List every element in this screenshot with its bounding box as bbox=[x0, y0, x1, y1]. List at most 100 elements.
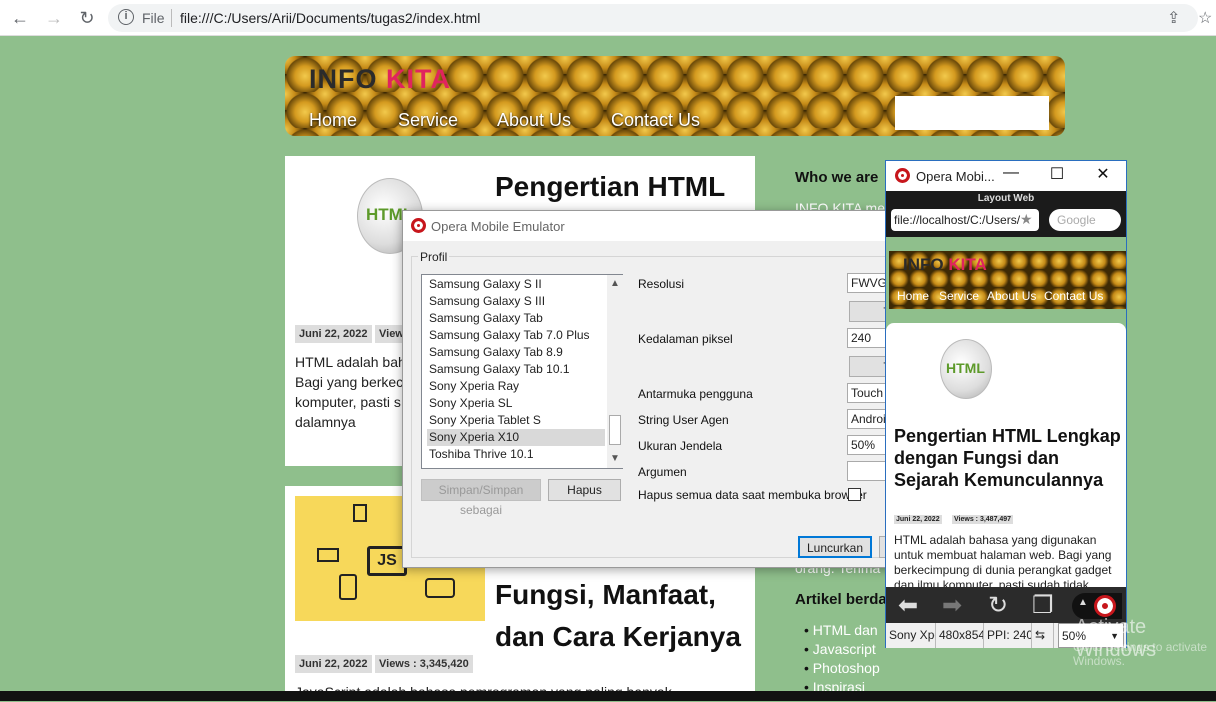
speaker-icon bbox=[339, 574, 357, 600]
article-views: Views : 3,345,420 bbox=[375, 655, 473, 673]
resolution-label: Resolusi bbox=[638, 277, 685, 291]
status-device: Sony Xperia bbox=[886, 623, 936, 648]
nav-home[interactable]: Home bbox=[897, 289, 929, 303]
nav-contact-us[interactable]: Contact Us bbox=[1044, 289, 1103, 303]
emulator-article-title[interactable]: Pengertian HTML Lengkap dengan Fungsi da… bbox=[894, 425, 1122, 491]
taskbar bbox=[0, 691, 1216, 701]
file-label: File bbox=[142, 10, 165, 26]
opera-logo-icon bbox=[1094, 595, 1116, 617]
status-resolution: 480x854 bbox=[936, 623, 984, 648]
nav-about-us[interactable]: About Us bbox=[497, 110, 571, 131]
nav-home[interactable]: Home bbox=[309, 110, 357, 131]
nav-service[interactable]: Service bbox=[939, 289, 979, 303]
article-excerpt: HTML adalah bah Bagi yang berkec kompute… bbox=[295, 354, 406, 430]
dialog-titlebar[interactable]: Opera Mobile Emulator bbox=[403, 211, 899, 241]
emulator-article-card: HTML Pengertian HTML Lengkap dengan Fung… bbox=[886, 323, 1126, 587]
logo-kita: KITA bbox=[386, 64, 452, 94]
sidebar-link[interactable]: Photoshop bbox=[804, 660, 880, 676]
article-views: Views : 3,487,497 bbox=[952, 515, 1014, 524]
emulator-url-field[interactable]: file://localhost/C:/Users/ bbox=[891, 209, 1039, 231]
launch-button[interactable]: Luncurkan bbox=[798, 536, 872, 558]
info-icon[interactable]: i bbox=[118, 9, 134, 25]
clear-data-checkbox[interactable] bbox=[848, 488, 861, 501]
js-monitor-icon: JS bbox=[367, 546, 407, 576]
list-item[interactable]: Sony Xperia SL bbox=[427, 395, 605, 412]
scroll-down-icon[interactable]: ▼ bbox=[610, 453, 620, 464]
device-list[interactable]: Samsung Galaxy S II Samsung Galaxy S III… bbox=[421, 274, 623, 469]
delete-profile-button[interactable]: Hapus bbox=[548, 479, 621, 501]
back-arrow-icon[interactable]: ⬅ bbox=[898, 591, 918, 620]
address-url[interactable]: file:///C:/Users/Arii/Documents/tugas2/i… bbox=[180, 10, 480, 26]
user-agent-label: String User Agen bbox=[638, 413, 729, 427]
list-item[interactable]: Samsung Galaxy S II bbox=[427, 276, 605, 293]
maximize-icon[interactable]: ☐ bbox=[1042, 164, 1072, 184]
rotate-icon[interactable]: ⇆ bbox=[1032, 623, 1054, 648]
article-title[interactable]: Pengertian HTML bbox=[495, 166, 725, 208]
minimize-icon[interactable]: — bbox=[996, 164, 1026, 182]
opera-mobile-window: Opera Mobi... — ☐ ✕ Layout Web file://lo… bbox=[885, 160, 1127, 648]
list-item[interactable]: Toshiba Thrive 10.1 bbox=[427, 446, 605, 463]
address-divider bbox=[171, 9, 172, 27]
article-title[interactable]: Fungsi, Manfaat, dan Cara Kerjanya bbox=[495, 574, 741, 658]
save-profile-button[interactable]: Simpan/Simpan sebagai bbox=[421, 479, 541, 517]
close-icon[interactable]: ✕ bbox=[1088, 164, 1118, 184]
reload-icon[interactable]: ↻ bbox=[988, 591, 1008, 620]
site-search-input[interactable] bbox=[895, 96, 1049, 130]
activate-windows-subtext: Go to Settings to activate Windows. bbox=[1073, 640, 1208, 668]
article-date: Juni 22, 2022 bbox=[295, 325, 372, 343]
list-item[interactable]: Samsung Galaxy Tab 7.0 Plus bbox=[427, 327, 605, 344]
nav-service[interactable]: Service bbox=[398, 110, 458, 131]
bookmark-star-icon[interactable]: ☆ bbox=[1198, 8, 1212, 28]
list-item[interactable]: Samsung Galaxy Tab 10.1 bbox=[427, 361, 605, 378]
browser-toolbar: ← → ↻ i File file:///C:/Users/Arii/Docum… bbox=[0, 0, 1216, 36]
tabs-icon[interactable]: ❐ bbox=[1032, 591, 1054, 620]
emulator-viewport: INFO KITA Home Service About Us Contact … bbox=[886, 237, 1126, 587]
profile-group-label: Profil bbox=[418, 250, 450, 264]
scroll-up-icon[interactable]: ▲ bbox=[610, 278, 620, 289]
forward-arrow-icon[interactable]: ➡ bbox=[942, 591, 962, 620]
dialog-title: Opera Mobile Emulator bbox=[431, 219, 565, 234]
forward-arrow-icon[interactable]: → bbox=[42, 6, 66, 30]
argument-label: Argumen bbox=[638, 465, 687, 479]
site-logo[interactable]: INFO KITA bbox=[903, 255, 987, 275]
pixel-depth-label: Kedalaman piksel bbox=[638, 332, 733, 346]
html-image: HTML bbox=[940, 339, 992, 399]
address-bar[interactable]: i File file:///C:/Users/Arii/Documents/t… bbox=[108, 4, 1198, 32]
emulator-titlebar[interactable]: Opera Mobi... — ☐ ✕ bbox=[886, 161, 1126, 191]
share-icon[interactable]: ⇪ bbox=[1167, 8, 1180, 28]
article-date: Juni 22, 2022 bbox=[295, 655, 372, 673]
caret-up-icon: ▲ bbox=[1078, 597, 1088, 608]
site-header: INFO KITA Home Service About Us Contact … bbox=[285, 56, 1065, 136]
back-arrow-icon[interactable]: ← bbox=[8, 6, 32, 30]
emulator-site-header: INFO KITA Home Service About Us Contact … bbox=[889, 251, 1126, 309]
nav-about-us[interactable]: About Us bbox=[987, 289, 1036, 303]
list-item[interactable]: Samsung Galaxy S III bbox=[427, 293, 605, 310]
list-item[interactable]: Sony Xperia Ray bbox=[427, 378, 605, 395]
window-size-label: Ukuran Jendela bbox=[638, 439, 723, 453]
emulator-header: Layout Web file://localhost/C:/Users/ ★ … bbox=[886, 191, 1126, 237]
emulator-search-field[interactable]: Google bbox=[1049, 209, 1121, 231]
clear-data-label: Hapus semua data saat membuka browser bbox=[638, 488, 867, 502]
bookmark-star-icon[interactable]: ★ bbox=[1020, 211, 1033, 228]
list-item[interactable]: Samsung Galaxy Tab 8.9 bbox=[427, 344, 605, 361]
list-item[interactable]: Sony Xperia Tablet S bbox=[427, 412, 605, 429]
scroll-thumb[interactable] bbox=[609, 415, 621, 445]
status-ppi: PPI: 240 bbox=[984, 623, 1032, 648]
sidebar-link[interactable]: HTML dan bbox=[804, 622, 878, 638]
emulator-page-title: Layout Web bbox=[977, 193, 1035, 204]
list-item-selected[interactable]: Sony Xperia X10 bbox=[427, 429, 605, 446]
list-scrollbar[interactable]: ▲ ▼ bbox=[607, 275, 623, 468]
opera-logo-icon bbox=[895, 168, 910, 183]
who-we-are-heading: Who we are bbox=[795, 169, 879, 186]
device-icon bbox=[353, 504, 367, 522]
ui-label: Antarmuka pengguna bbox=[638, 387, 753, 401]
artikel-heading: Artikel berda bbox=[795, 591, 887, 608]
list-item[interactable]: Samsung Galaxy Tab bbox=[427, 310, 605, 327]
reload-icon[interactable]: ↻ bbox=[75, 6, 99, 30]
nav-contact-us[interactable]: Contact Us bbox=[611, 110, 700, 131]
site-logo[interactable]: INFO KITA bbox=[309, 64, 451, 95]
opera-emulator-dialog: Opera Mobile Emulator Profil Samsung Gal… bbox=[402, 210, 901, 568]
sidebar-link[interactable]: Javascript bbox=[804, 641, 876, 657]
logo-info: INFO bbox=[309, 64, 378, 94]
emulator-article-excerpt: HTML adalah bahasa yang digunakan untuk … bbox=[894, 533, 1112, 587]
